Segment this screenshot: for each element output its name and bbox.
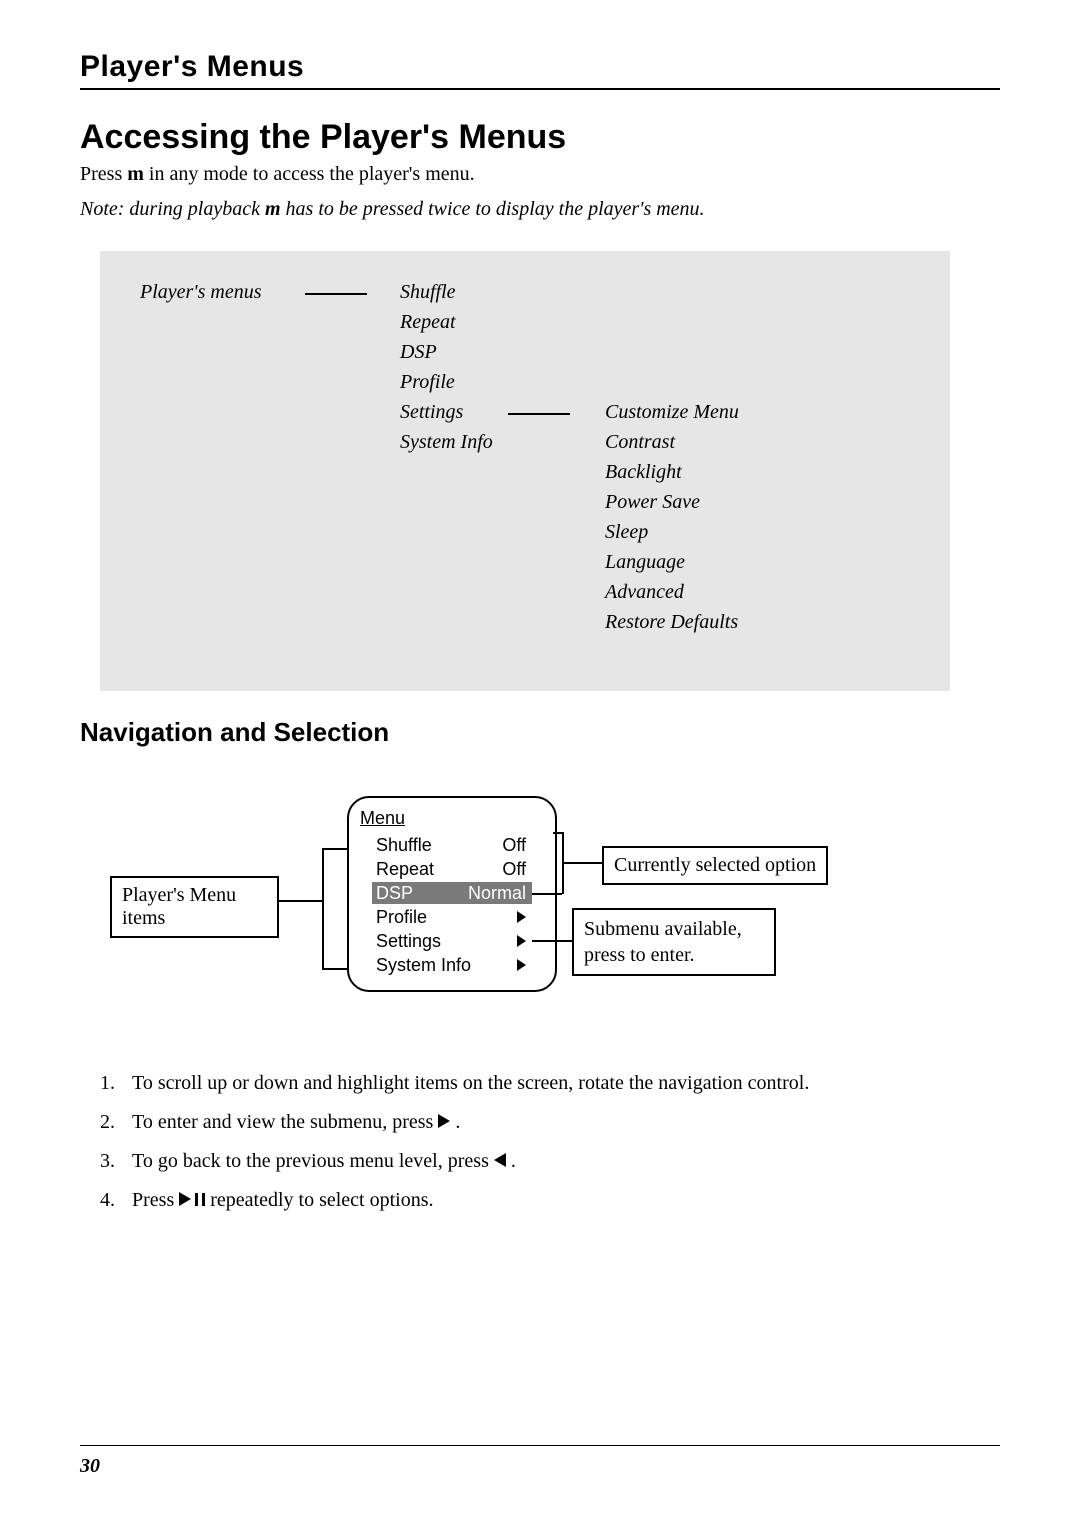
settings-submenu-item: Sleep bbox=[605, 521, 648, 544]
menu-row-repeat: Repeat Off bbox=[372, 858, 532, 880]
connector-bracket bbox=[322, 848, 324, 968]
settings-submenu-item: Advanced bbox=[605, 581, 684, 604]
root-menu-label: Player's menus bbox=[140, 281, 261, 304]
menu-row-settings: Settings bbox=[372, 930, 532, 952]
player-menu-items-label: Player's Menu items bbox=[122, 884, 236, 929]
connector-line bbox=[305, 293, 367, 295]
page-header: Player's Menus bbox=[80, 50, 1000, 90]
instruction-item: To scroll up or down and highlight items… bbox=[120, 1072, 1000, 1095]
menu-row-name: Shuffle bbox=[376, 835, 432, 856]
play-triangle-icon bbox=[179, 1192, 191, 1206]
submenu-available-label: Submenu available, press to enter. bbox=[584, 918, 742, 966]
connector-line bbox=[322, 848, 347, 850]
top-menu-item: Settings bbox=[400, 401, 463, 424]
instruction-text: . bbox=[450, 1111, 460, 1133]
note-text: Note: during playback m has to be presse… bbox=[80, 198, 1000, 221]
player-menu-items-box: Player's Menu items bbox=[110, 876, 279, 938]
top-menu-item: Shuffle bbox=[400, 281, 456, 304]
menu-row-name: System Info bbox=[376, 955, 471, 976]
left-arrow-icon bbox=[494, 1153, 506, 1167]
page-number: 30 bbox=[80, 1455, 100, 1478]
top-menu-item: Profile bbox=[400, 371, 455, 394]
device-menu-title: Menu bbox=[360, 808, 405, 829]
instruction-item: Press repeatedly to select options. bbox=[120, 1189, 1000, 1212]
menu-row-value: Normal bbox=[468, 883, 526, 904]
currently-selected-box: Currently selected option bbox=[602, 846, 828, 885]
instruction-text: Press bbox=[132, 1189, 179, 1211]
settings-submenu-item: Language bbox=[605, 551, 685, 574]
connector-line bbox=[532, 940, 572, 942]
top-menu-item: Repeat bbox=[400, 311, 456, 334]
menu-row-name: Profile bbox=[376, 907, 427, 928]
submenu-arrow-icon bbox=[517, 959, 526, 971]
instructions-list: To scroll up or down and highlight items… bbox=[80, 1072, 1000, 1212]
settings-submenu-item: Power Save bbox=[605, 491, 700, 514]
instruction-text: To enter and view the submenu, press bbox=[132, 1111, 438, 1133]
top-menu-item: DSP bbox=[400, 341, 437, 364]
note-post: has to be pressed twice to display the p… bbox=[281, 198, 705, 220]
submenu-arrow-icon bbox=[517, 935, 526, 947]
connector-line bbox=[532, 893, 562, 895]
play-pause-icon bbox=[179, 1192, 205, 1206]
menu-row-systeminfo: System Info bbox=[372, 954, 532, 976]
intro-key: m bbox=[127, 163, 144, 185]
menu-row-profile: Profile bbox=[372, 906, 532, 928]
connector-line bbox=[322, 968, 347, 970]
submenu-available-box: Submenu available, press to enter. bbox=[572, 908, 776, 976]
instruction-text: To go back to the previous menu level, p… bbox=[132, 1150, 494, 1172]
right-arrow-icon bbox=[438, 1114, 450, 1128]
note-pre: Note: during playback bbox=[80, 198, 265, 220]
intro-text: Press m in any mode to access the player… bbox=[80, 163, 1000, 186]
settings-submenu-item: Customize Menu bbox=[605, 401, 739, 424]
instruction-item: To go back to the previous menu level, p… bbox=[120, 1150, 1000, 1173]
connector-line bbox=[562, 862, 602, 864]
settings-submenu-item: Backlight bbox=[605, 461, 682, 484]
document-page: Player's Menus Accessing the Player's Me… bbox=[0, 0, 1080, 1516]
instruction-text: repeatedly to select options. bbox=[205, 1189, 433, 1211]
instruction-text: To scroll up or down and highlight items… bbox=[132, 1072, 809, 1094]
instruction-item: To enter and view the submenu, press . bbox=[120, 1111, 1000, 1134]
nav-section-heading: Navigation and Selection bbox=[80, 717, 1000, 748]
intro-pre: Press bbox=[80, 163, 127, 185]
connector-line bbox=[277, 900, 322, 902]
connector-line bbox=[553, 832, 564, 834]
instruction-text: . bbox=[506, 1150, 516, 1172]
settings-submenu-item: Restore Defaults bbox=[605, 611, 738, 634]
pause-bar-icon bbox=[195, 1193, 198, 1206]
menu-structure-panel: Player's menus Shuffle Repeat DSP Profil… bbox=[100, 251, 950, 691]
section-title: Accessing the Player's Menus bbox=[80, 118, 1000, 157]
menu-row-name: DSP bbox=[376, 883, 413, 904]
menu-row-name: Repeat bbox=[376, 859, 434, 880]
settings-submenu-item: Contrast bbox=[605, 431, 675, 454]
intro-post: in any mode to access the player's menu. bbox=[144, 163, 475, 185]
submenu-arrow-icon bbox=[517, 911, 526, 923]
footer-rule bbox=[80, 1445, 1000, 1446]
navigation-diagram: Player's Menu items Menu Shuffle Off Rep… bbox=[80, 768, 980, 1048]
connector-line bbox=[508, 413, 570, 415]
currently-selected-label: Currently selected option bbox=[614, 854, 816, 876]
menu-row-value: Off bbox=[502, 835, 526, 856]
menu-row-shuffle: Shuffle Off bbox=[372, 834, 532, 856]
menu-row-name: Settings bbox=[376, 931, 441, 952]
note-key: m bbox=[265, 198, 281, 220]
menu-row-dsp-selected: DSP Normal bbox=[372, 882, 532, 904]
top-menu-item: System Info bbox=[400, 431, 493, 454]
menu-row-value: Off bbox=[502, 859, 526, 880]
